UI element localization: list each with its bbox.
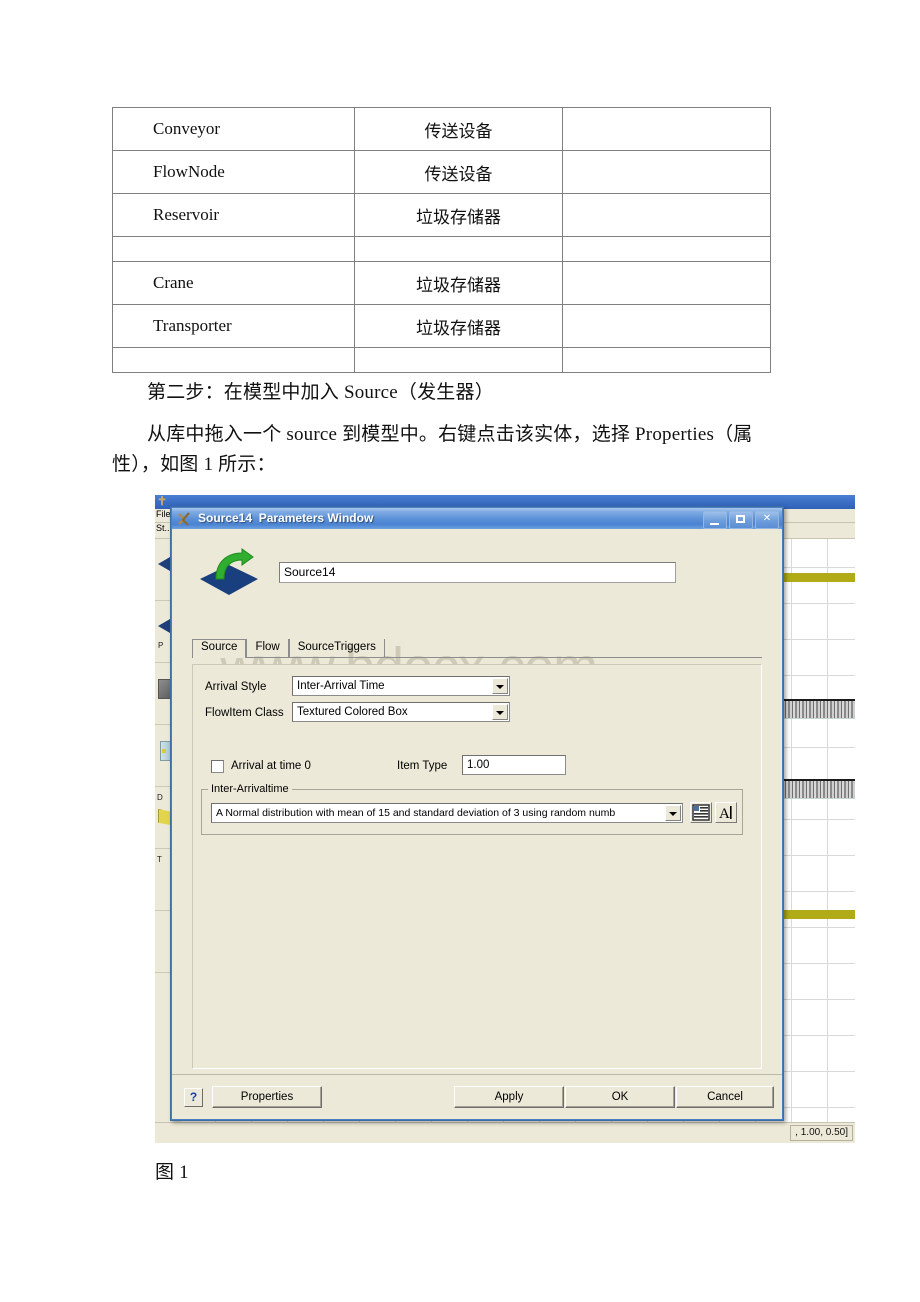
cell-name: Conveyor (112, 107, 355, 151)
inter-arrivaltime-group-title: Inter-Arrivaltime (208, 783, 292, 795)
arrival-style-combo[interactable]: Inter-Arrival Time (292, 676, 510, 696)
arrival-at-time-zero-checkbox[interactable] (211, 760, 224, 773)
table-row: FlowNode 传送设备 (112, 150, 771, 194)
table-row (112, 347, 771, 373)
cell-note (562, 347, 771, 373)
flowitem-class-value: Textured Colored Box (297, 706, 408, 718)
minimize-button[interactable] (703, 511, 727, 529)
cell-chinese (354, 236, 563, 262)
apply-button[interactable]: Apply (454, 1086, 564, 1108)
conveyor-icon (158, 557, 170, 571)
cancel-button[interactable]: Cancel (676, 1086, 774, 1108)
table-row (112, 236, 771, 262)
status-coordinates: , 1.00, 0.50] (790, 1125, 853, 1141)
library-item-label: P (158, 641, 164, 650)
window-controls: ✕ (703, 511, 779, 529)
svg-text:A: A (719, 806, 730, 822)
cell-chinese: 传送设备 (354, 107, 563, 151)
item-type-label: Item Type (397, 760, 448, 772)
paragraph-step-two: 第二步：在模型中加入 Source（发生器） (147, 382, 494, 403)
form-editor-button[interactable] (690, 802, 712, 823)
table-body: Conveyor 传送设备 FlowNode 传送设备 Reservoir 垃圾… (112, 107, 771, 373)
distribution-combo[interactable]: A Normal distribution with mean of 15 an… (211, 803, 683, 823)
tab-content-panel (192, 664, 762, 1069)
processor-icon (158, 619, 170, 633)
cell-note (562, 261, 771, 305)
chevron-down-icon[interactable] (492, 678, 508, 694)
table-row: Transporter 垃圾存储器 (112, 304, 771, 348)
cell-name: Transporter (112, 304, 355, 348)
cell-name: Crane (112, 261, 355, 305)
tab-underline (192, 657, 762, 658)
cell-note (562, 193, 771, 237)
cell-chinese (354, 347, 563, 373)
dialog-titlebar[interactable]: Source14 Parameters Window ✕ (171, 507, 783, 529)
ok-button[interactable]: OK (565, 1086, 675, 1108)
tab-source[interactable]: Source (192, 639, 247, 658)
distribution-value: A Normal distribution with mean of 15 an… (216, 807, 616, 819)
source-parameters-dialog: Source14 Parameters Window ✕ Source14 ww… (170, 506, 784, 1121)
cell-name: FlowNode (112, 150, 355, 194)
arrival-style-value: Inter-Arrival Time (297, 680, 385, 692)
code-editor-button[interactable]: A (715, 802, 737, 823)
cell-name (112, 236, 355, 262)
dialog-body: Source14 www.bdocx.com Source Flow Sourc… (171, 529, 783, 1120)
help-button[interactable]: ? (184, 1088, 203, 1107)
library-item-label: D (157, 793, 163, 802)
flowitem-class-combo[interactable]: Textured Colored Box (292, 702, 510, 722)
cell-chinese: 垃圾存储器 (354, 261, 563, 305)
paragraph-description: 从库中拖入一个 source 到模型中。右键点击该实体，选择 Propertie… (112, 424, 753, 475)
component-table: Conveyor 传送设备 FlowNode 传送设备 Reservoir 垃圾… (112, 107, 771, 373)
flowitem-class-label: FlowItem Class (205, 707, 284, 719)
cell-chinese: 垃圾存储器 (354, 304, 563, 348)
figure-caption: 图 1 (155, 1162, 189, 1183)
properties-button[interactable]: Properties (212, 1086, 322, 1108)
arrival-style-label: Arrival Style (205, 681, 267, 693)
dialog-title: Source14 Parameters Window (198, 511, 374, 525)
embedded-screenshot: ✝ File St... P D T , 1.00, 0.50] Source1… (155, 495, 855, 1143)
close-button[interactable]: ✕ (755, 511, 779, 529)
tab-sourcetriggers[interactable]: SourceTriggers (288, 639, 385, 658)
cell-note (562, 236, 771, 262)
library-item-label: T (157, 855, 162, 864)
cell-chinese: 垃圾存储器 (354, 193, 563, 237)
cell-note (562, 304, 771, 348)
chevron-down-icon[interactable] (492, 704, 508, 720)
tab-flow[interactable]: Flow (246, 639, 289, 658)
reservoir-dot-icon (162, 749, 166, 753)
item-type-field[interactable]: 1.00 (462, 755, 566, 775)
arrival-at-time-zero-label: Arrival at time 0 (231, 760, 311, 772)
cell-name: Reservoir (112, 193, 355, 237)
object-name-field[interactable]: Source14 (279, 562, 676, 583)
cell-note (562, 107, 771, 151)
flexsim-icon: ✝ (157, 495, 168, 508)
cell-chinese: 传送设备 (354, 150, 563, 194)
source-object-icon (198, 547, 260, 599)
dialog-footer: ? Properties Apply OK Cancel (172, 1074, 782, 1119)
table-row: Conveyor 传送设备 (112, 107, 771, 151)
table-row: Reservoir 垃圾存储器 (112, 193, 771, 237)
chevron-down-icon[interactable] (665, 805, 681, 821)
cell-note (562, 150, 771, 194)
maximize-button[interactable] (729, 511, 753, 529)
cell-name (112, 347, 355, 373)
tabstrip: Source Flow SourceTriggers (192, 639, 385, 658)
background-app-statusbar: , 1.00, 0.50] (155, 1122, 855, 1143)
flexsim-icon (177, 511, 193, 527)
table-row: Crane 垃圾存储器 (112, 261, 771, 305)
